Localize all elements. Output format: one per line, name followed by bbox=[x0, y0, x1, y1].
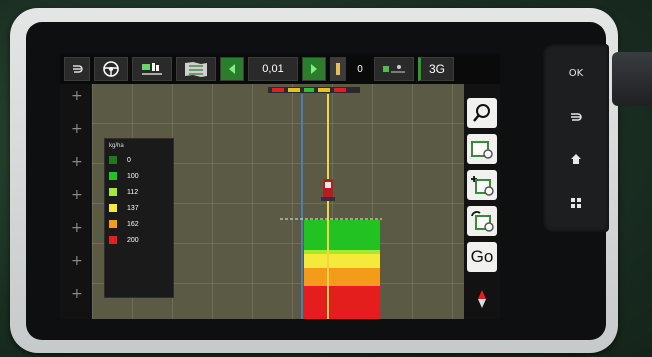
menu-button[interactable] bbox=[552, 186, 600, 220]
sections-count: 0 bbox=[350, 57, 370, 81]
magnifier-icon bbox=[473, 104, 490, 122]
machine-settings-button[interactable] bbox=[132, 57, 172, 81]
add-slot-7-icon[interactable]: + bbox=[71, 286, 83, 302]
map-zoom-in-button[interactable] bbox=[467, 170, 497, 200]
map-view-icon bbox=[471, 141, 493, 159]
grid-menu-icon bbox=[571, 198, 581, 208]
sections-indicator bbox=[330, 57, 346, 81]
map-zoom-in-icon bbox=[471, 176, 494, 196]
gps-status-button[interactable] bbox=[374, 57, 414, 81]
legend-swatch bbox=[109, 236, 117, 244]
legend-swatch bbox=[109, 204, 117, 212]
tractor-icon bbox=[142, 63, 162, 75]
go-button[interactable]: Go bbox=[467, 242, 497, 272]
zoom-decrease-button[interactable] bbox=[220, 57, 244, 81]
zoom-increase-button[interactable] bbox=[302, 57, 326, 81]
steering-wheel-icon bbox=[103, 61, 119, 77]
legend-item: 162 bbox=[109, 217, 139, 231]
back-button[interactable] bbox=[552, 100, 600, 134]
legend-item: 137 bbox=[109, 201, 139, 215]
steering-button[interactable] bbox=[94, 57, 128, 81]
cable-connector bbox=[612, 52, 652, 106]
legend-swatch bbox=[109, 188, 117, 196]
add-slot-1-icon[interactable]: + bbox=[71, 88, 83, 104]
add-slot-3-icon[interactable]: + bbox=[71, 154, 83, 170]
top-toolbar: 0,01 0 3G bbox=[60, 54, 500, 84]
map-rotate-button[interactable] bbox=[467, 206, 497, 236]
display-screen: 0,01 0 3G + + + + + + + kg/ha 0 100 112 … bbox=[60, 54, 500, 319]
map-rotate-icon bbox=[471, 211, 494, 232]
legend-item: 100 bbox=[109, 169, 139, 183]
back-icon bbox=[571, 113, 582, 121]
sprayer-icon bbox=[336, 63, 340, 75]
legend-swatch bbox=[109, 172, 117, 180]
legend-item: 0 bbox=[109, 153, 131, 167]
add-slot-4-icon[interactable]: + bbox=[71, 187, 83, 203]
arrow-left-icon bbox=[229, 64, 235, 74]
legend-unit: kg/ha bbox=[109, 143, 124, 149]
legend-item: 200 bbox=[109, 233, 139, 247]
ok-button[interactable]: OK bbox=[552, 56, 600, 90]
map-view-button[interactable] bbox=[467, 134, 497, 164]
zoom-search-button[interactable] bbox=[467, 98, 497, 128]
zoom-value-display: 0,01 bbox=[248, 57, 298, 81]
return-button[interactable] bbox=[64, 57, 90, 81]
add-slot-6-icon[interactable]: + bbox=[71, 253, 83, 269]
return-icon bbox=[73, 65, 83, 73]
network-status: 3G bbox=[418, 57, 454, 81]
gps-signal-icon bbox=[383, 65, 405, 73]
rate-legend: kg/ha 0 100 112 137 162 200 bbox=[104, 138, 174, 298]
zoom-value: 0,01 bbox=[262, 63, 284, 75]
left-slot-strip: + + + + + + + bbox=[60, 84, 92, 319]
add-slot-2-icon[interactable]: + bbox=[71, 121, 83, 137]
tractor-vehicle-icon bbox=[321, 179, 335, 201]
legend-swatch bbox=[109, 220, 117, 228]
legend-item: 112 bbox=[109, 185, 138, 199]
field-map-icon bbox=[185, 62, 207, 77]
map-control-strip: Go bbox=[464, 84, 500, 319]
home-button[interactable] bbox=[552, 142, 600, 176]
arrow-right-icon bbox=[311, 64, 317, 74]
compass-icon bbox=[478, 290, 486, 308]
applied-area bbox=[304, 220, 380, 319]
home-icon bbox=[571, 154, 581, 164]
field-map-button[interactable] bbox=[176, 57, 216, 81]
add-slot-5-icon[interactable]: + bbox=[71, 220, 83, 236]
lightbar bbox=[268, 87, 360, 93]
legend-swatch bbox=[109, 156, 117, 164]
